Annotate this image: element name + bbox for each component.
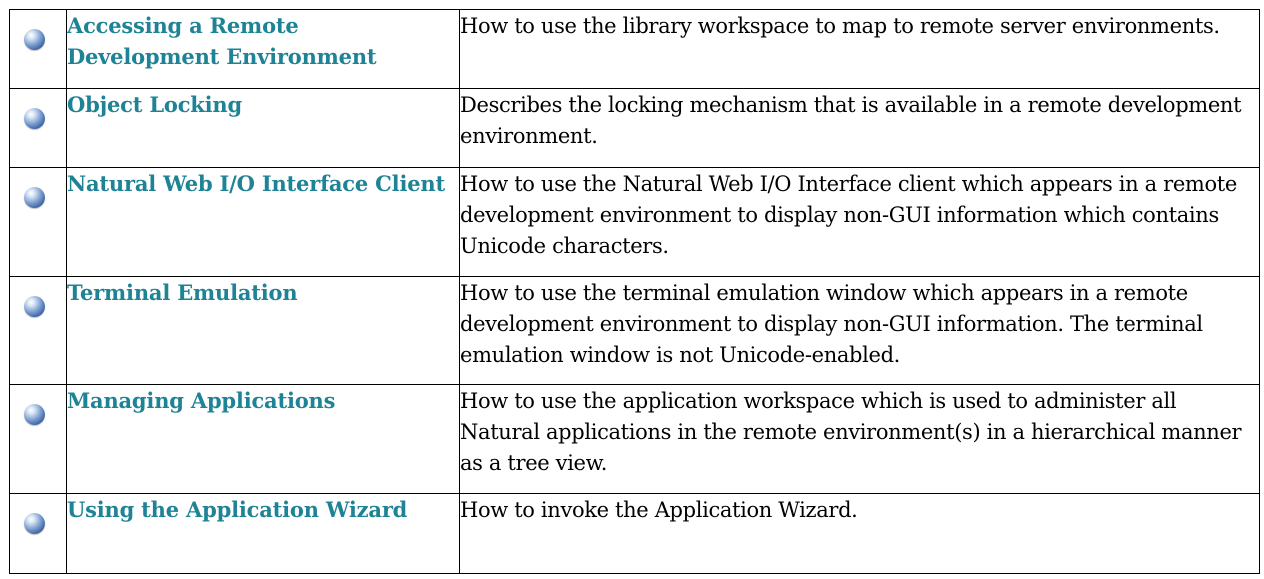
- topic-link-object-locking[interactable]: Object Locking: [67, 92, 242, 117]
- topic-link-line: Accessing a Remote: [67, 13, 299, 38]
- topic-title-cell: Managing Applications: [66, 384, 460, 494]
- topic-row: Object Locking Describes the locking mec…: [9, 88, 1260, 168]
- topic-description: How to use the Natural Web I/O Interface…: [460, 172, 1237, 258]
- topic-description-cell: How to use the library workspace to map …: [459, 9, 1260, 89]
- topic-link-accessing-remote-environment[interactable]: Accessing a Remote Development Environmen…: [67, 13, 377, 69]
- bullet-cell: [9, 276, 67, 385]
- topic-link-web-io-interface-client[interactable]: Natural Web I/O Interface Client: [67, 171, 445, 196]
- topic-link-terminal-emulation[interactable]: Terminal Emulation: [67, 280, 298, 305]
- topic-link-application-wizard[interactable]: Using the Application Wizard: [67, 497, 407, 522]
- blue-sphere-bullet-icon: [24, 29, 45, 50]
- topic-title-cell: Terminal Emulation: [66, 276, 460, 385]
- topic-description-cell: How to invoke the Application Wizard.: [459, 493, 1260, 574]
- topic-description-cell: How to use the terminal emulation window…: [459, 276, 1260, 385]
- blue-sphere-bullet-icon: [24, 404, 45, 425]
- topic-row: Using the Application Wizard How to invo…: [9, 493, 1260, 574]
- topic-title-cell: Object Locking: [66, 88, 460, 168]
- topic-row: Accessing a Remote Development Environmen…: [9, 9, 1260, 89]
- bullet-cell: [9, 88, 67, 168]
- topic-description-cell: Describes the locking mechanism that is …: [459, 88, 1260, 168]
- blue-sphere-bullet-icon: [24, 187, 45, 208]
- topic-table: Accessing a Remote Development Environmen…: [9, 9, 1260, 574]
- topic-description-cell: How to use the Natural Web I/O Interface…: [459, 167, 1260, 277]
- topic-row: Terminal Emulation How to use the termin…: [9, 276, 1260, 385]
- topic-description: Describes the locking mechanism that is …: [460, 93, 1242, 148]
- blue-sphere-bullet-icon: [24, 296, 45, 317]
- topic-description: How to use the library workspace to map …: [460, 14, 1220, 38]
- bullet-cell: [9, 384, 67, 494]
- topic-row: Managing Applications How to use the app…: [9, 384, 1260, 494]
- topic-link-line: Development Environment: [67, 44, 377, 69]
- bullet-cell: [9, 9, 67, 89]
- blue-sphere-bullet-icon: [24, 108, 45, 129]
- topic-description: How to use the terminal emulation window…: [460, 281, 1203, 367]
- bullet-cell: [9, 167, 67, 277]
- bullet-cell: [9, 493, 67, 574]
- topic-description-cell: How to use the application workspace whi…: [459, 384, 1260, 494]
- topic-title-cell: Accessing a Remote Development Environmen…: [66, 9, 460, 89]
- blue-sphere-bullet-icon: [24, 513, 45, 534]
- topic-title-cell: Using the Application Wizard: [66, 493, 460, 574]
- topic-link-managing-applications[interactable]: Managing Applications: [67, 388, 335, 413]
- topic-title-cell: Natural Web I/O Interface Client: [66, 167, 460, 277]
- topic-description: How to invoke the Application Wizard.: [460, 498, 858, 522]
- topic-row: Natural Web I/O Interface Client How to …: [9, 167, 1260, 277]
- topic-description: How to use the application workspace whi…: [460, 389, 1242, 475]
